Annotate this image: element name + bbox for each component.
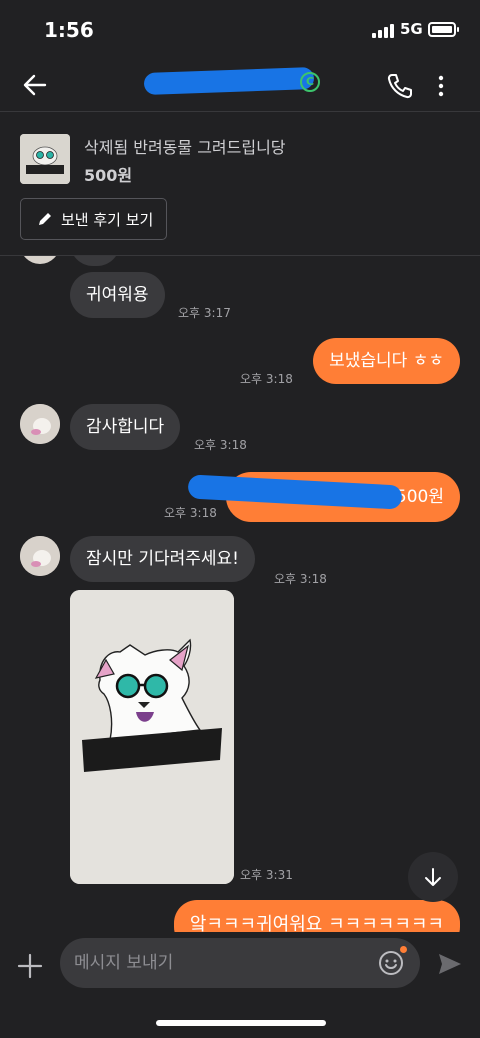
arrow-down-icon xyxy=(425,868,441,886)
message-time: 오후 3:18 xyxy=(240,372,293,386)
message-bubble-received xyxy=(70,256,120,266)
transfer-amount: 500원 xyxy=(395,487,444,507)
battery-icon xyxy=(428,22,459,37)
product-title: 삭제됨 반려동물 그려드립니당 xyxy=(84,138,286,157)
manner-temperature-badge: C xyxy=(300,72,320,92)
message-time: 오후 3:18 xyxy=(194,438,247,452)
message-time: 오후 3:31 xyxy=(240,868,293,882)
message-field[interactable] xyxy=(60,938,420,988)
message-bubble-sent: 앜ㅋㅋㅋ귀여워요 ㅋㅋㅋㅋㅋㅋㅋ xyxy=(173,900,460,932)
send-icon[interactable] xyxy=(436,950,464,978)
avatar[interactable] xyxy=(20,256,60,264)
avatar[interactable] xyxy=(20,404,60,444)
view-review-button[interactable]: 보낸 후기 보기 xyxy=(20,198,167,240)
more-options-icon[interactable] xyxy=(436,74,446,98)
message-input-bar xyxy=(0,932,480,1038)
status-bar: 1:56 5G xyxy=(0,0,480,60)
status-time: 1:56 xyxy=(44,18,94,42)
view-review-label: 보낸 후기 보기 xyxy=(61,210,154,229)
product-price: 500원 xyxy=(84,166,133,185)
scroll-to-bottom-button[interactable] xyxy=(408,852,458,902)
emoji-icon[interactable] xyxy=(378,950,404,976)
image-message[interactable] xyxy=(70,590,234,884)
signal-icon xyxy=(372,24,394,38)
message-bubble-sent: 보냈습니다 ㅎㅎ xyxy=(313,338,460,384)
plus-icon[interactable] xyxy=(16,952,44,980)
pencil-icon xyxy=(39,213,51,225)
message-time: 오후 3:17 xyxy=(178,306,231,320)
message-bubble-received: 귀여워용 xyxy=(70,272,165,318)
chat-partner-name[interactable] xyxy=(140,66,320,102)
notification-dot xyxy=(400,946,407,953)
chat-header xyxy=(0,60,480,112)
message-time: 오후 3:18 xyxy=(164,506,217,520)
home-indicator xyxy=(156,1020,326,1026)
chat-messages[interactable]: 귀여워용 오후 3:17 보냈습니다 ㅎㅎ 오후 3:18 감사합니다 오후 3… xyxy=(0,256,480,932)
product-info[interactable]: 삭제됨 반려동물 그려드립니당 500원 보낸 후기 보기 xyxy=(0,112,480,256)
message-input[interactable] xyxy=(74,938,364,988)
phone-icon[interactable] xyxy=(386,72,414,100)
message-bubble-received: 잠시만 기다려주세요! xyxy=(70,536,255,582)
message-bubble-received: 감사합니다 xyxy=(70,404,181,450)
message-time: 오후 3:18 xyxy=(274,572,327,586)
network-label: 5G xyxy=(400,20,423,38)
product-thumbnail[interactable] xyxy=(20,134,70,184)
redacted-name xyxy=(143,67,315,95)
avatar[interactable] xyxy=(20,536,60,576)
back-arrow-icon[interactable] xyxy=(20,70,50,100)
